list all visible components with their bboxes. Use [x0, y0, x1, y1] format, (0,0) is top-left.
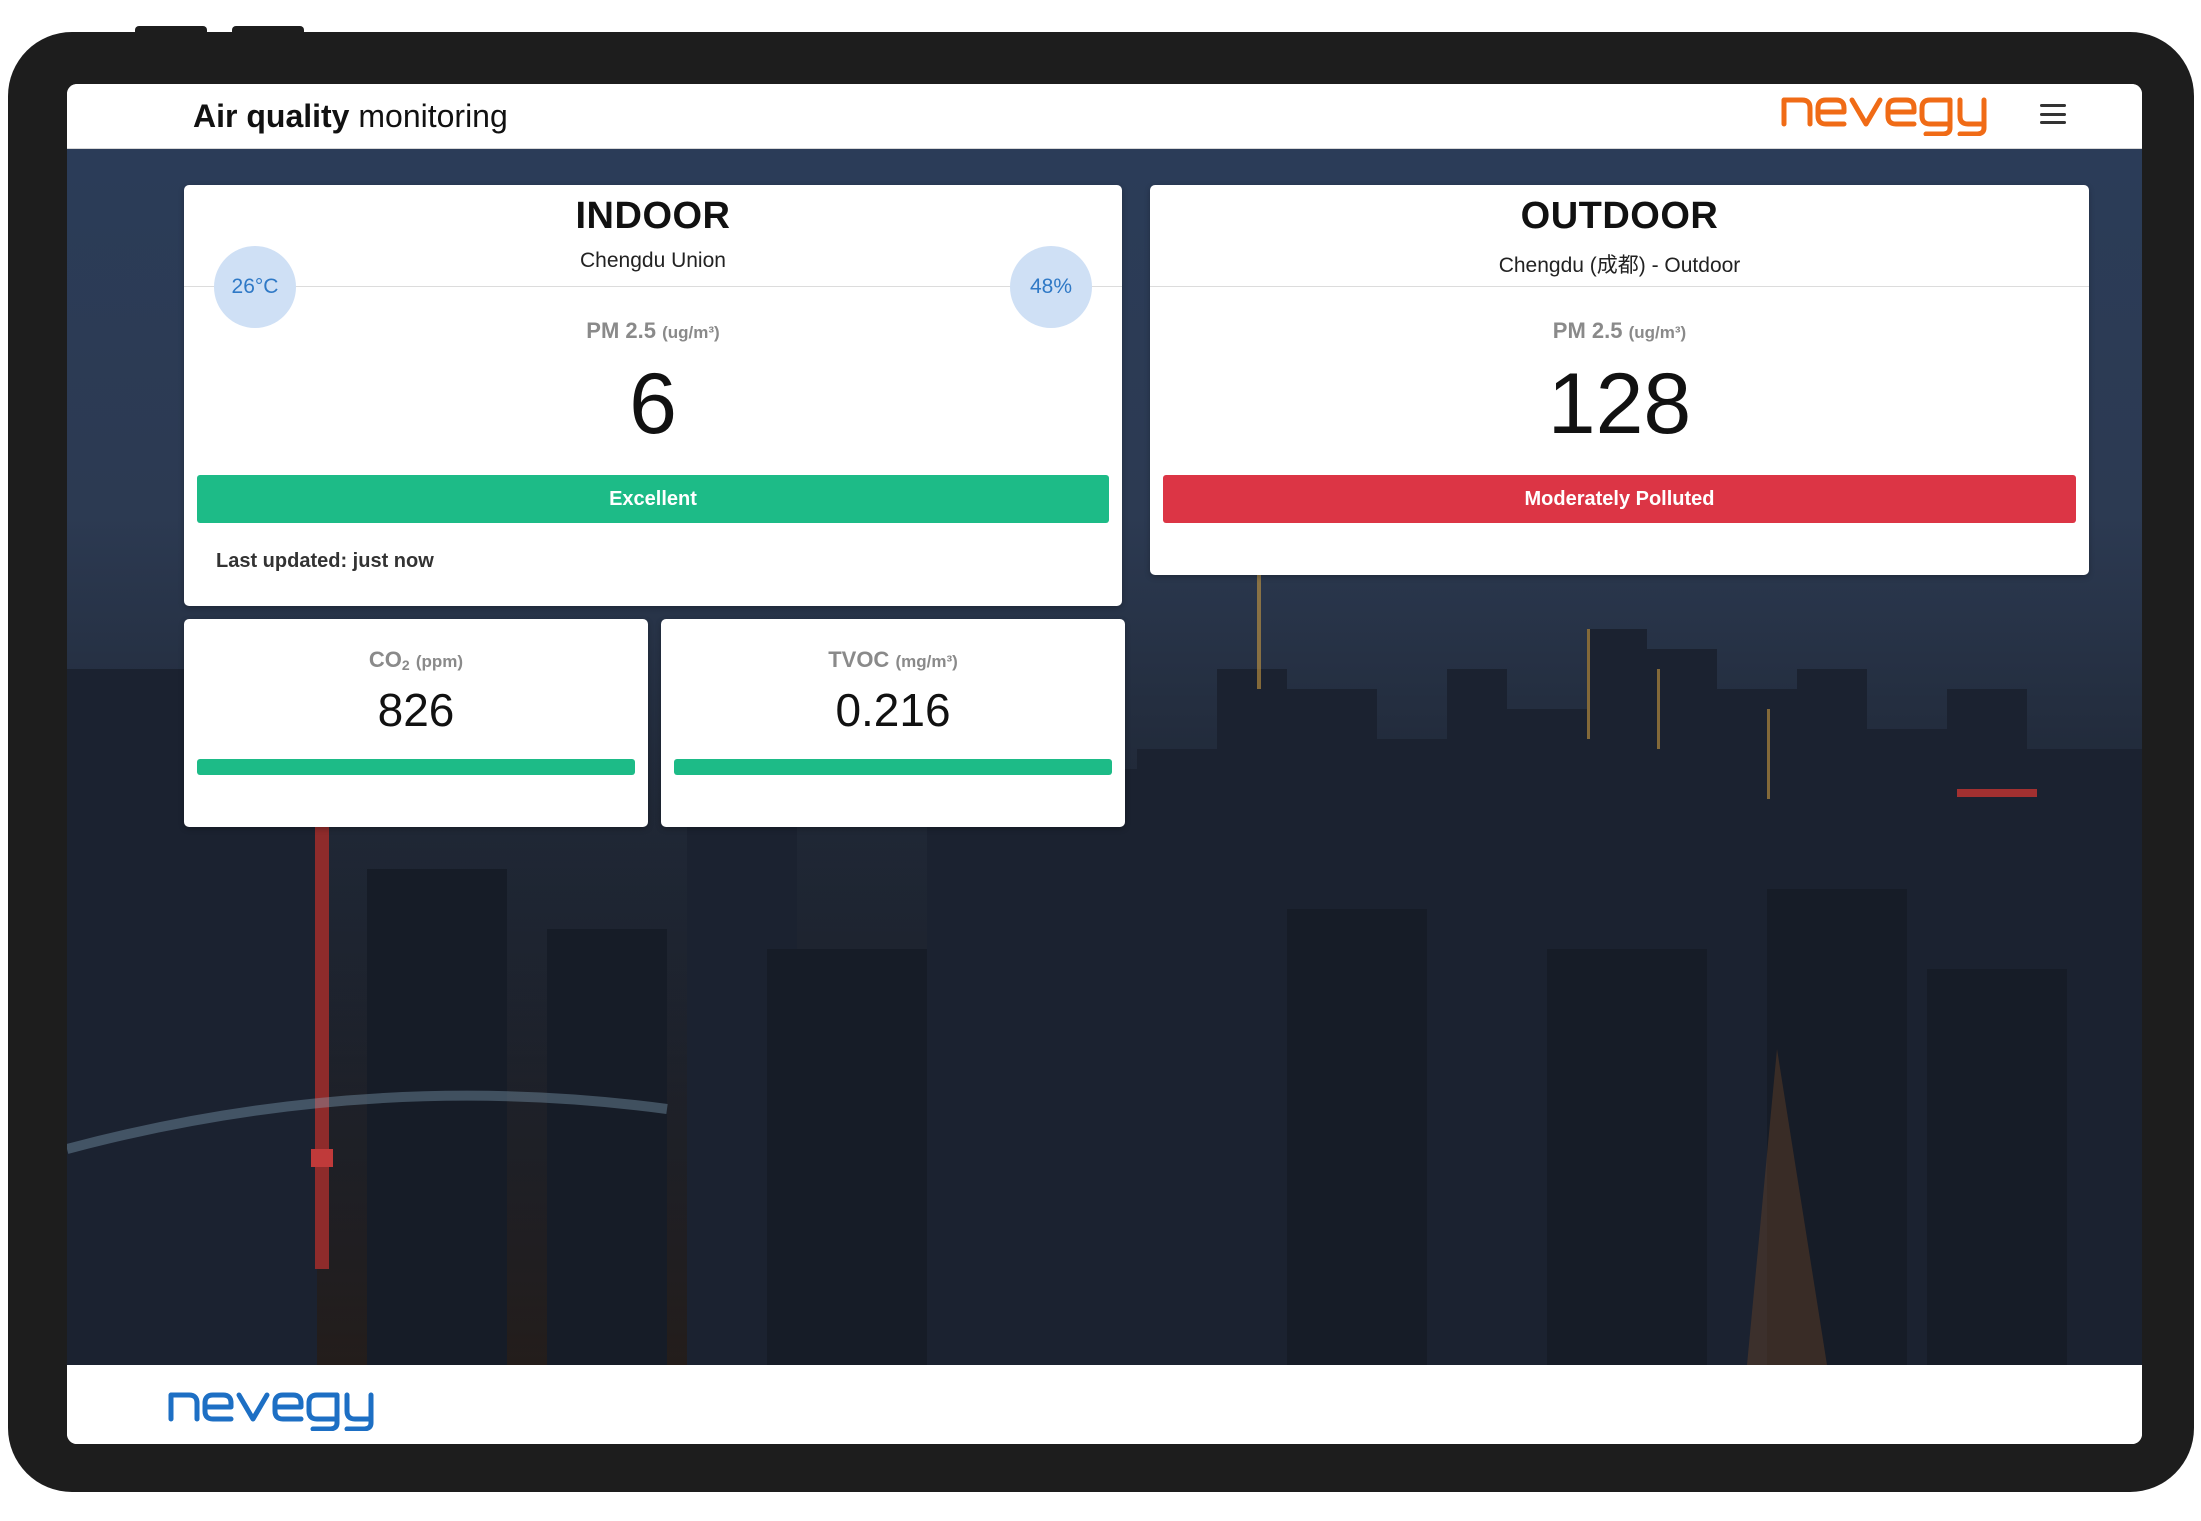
outdoor-card: OUTDOOR Chengdu (成都) - Outdoor PM 2.5 (u…: [1150, 185, 2089, 575]
last-updated: Last updated: just now: [216, 550, 434, 572]
indoor-card: INDOOR Chengdu Union 26°C 48% PM 2.5 (ug…: [184, 185, 1122, 606]
temperature-badge: 26°C: [214, 246, 296, 328]
outdoor-location: Chengdu (成都) - Outdoor: [1498, 254, 1741, 277]
divider: [1150, 286, 2089, 287]
indoor-status-bar: Excellent: [197, 475, 1109, 523]
tvoc-unit: (mg/m³): [895, 652, 958, 671]
outdoor-status-bar: Moderately Polluted: [1163, 475, 2076, 523]
outdoor-pm-value: 128: [1547, 356, 1692, 452]
outdoor-pm-label: PM 2.5 (ug/m³): [1150, 318, 2089, 344]
co2-level-bar: [197, 759, 635, 775]
indoor-pm-label: PM 2.5 (ug/m³): [184, 318, 1122, 344]
divider: [184, 286, 1122, 287]
indoor-location: Chengdu Union: [580, 249, 726, 272]
footer: [67, 1365, 2142, 1444]
tvoc-label-main: TVOC: [828, 647, 890, 672]
top-bar: Air quality monitoring: [67, 84, 2142, 149]
co2-value: 826: [377, 684, 455, 736]
co2-card: CO2 (ppm) 826: [184, 619, 648, 827]
indoor-pm-value: 6: [629, 356, 677, 452]
co2-label: CO2 (ppm): [184, 647, 648, 673]
tvoc-card: TVOC (mg/m³) 0.216: [661, 619, 1125, 827]
tvoc-label: TVOC (mg/m³): [661, 647, 1125, 673]
pm-label-text: PM 2.5: [586, 318, 656, 343]
co2-unit: (ppm): [415, 652, 464, 671]
pm-label-text: PM 2.5: [1552, 318, 1623, 343]
indoor-title: INDOOR: [575, 195, 731, 237]
screen: Air quality monitoring INDOOR Chengdu Un…: [67, 84, 2142, 1444]
pm-unit: (ug/m³): [662, 323, 720, 342]
tvoc-level-bar: [674, 759, 1112, 775]
pm-unit: (ug/m³): [1628, 323, 1687, 342]
nevegy-logo[interactable]: [1780, 90, 2024, 136]
co2-label-main: CO: [368, 647, 402, 672]
tvoc-value: 0.216: [835, 684, 951, 736]
nevegy-logo[interactable]: [167, 1385, 411, 1431]
page-title-bold: Air quality: [193, 98, 350, 134]
page-title-rest: monitoring: [349, 98, 508, 134]
hamburger-menu-icon[interactable]: [2040, 104, 2066, 124]
outdoor-title: OUTDOOR: [1520, 195, 1719, 237]
humidity-badge: 48%: [1010, 246, 1092, 328]
co2-label-sub: 2: [401, 657, 410, 673]
page-title: Air quality monitoring: [193, 94, 508, 138]
